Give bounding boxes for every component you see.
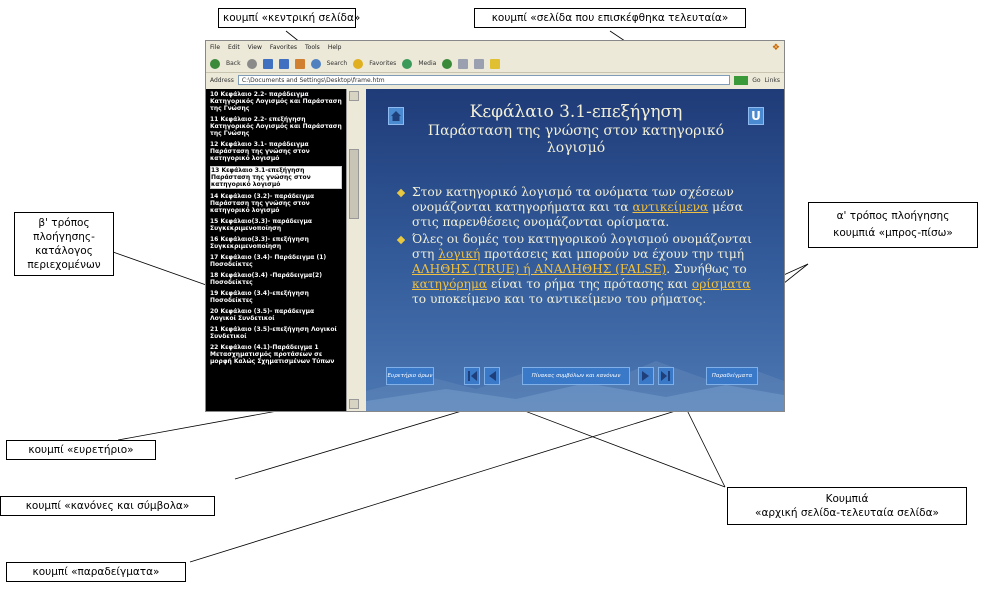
bullet-2: Όλες οι δομές του κατηγορικού λογισμού ο…	[398, 232, 768, 307]
last-visited-button[interactable]: U	[748, 107, 764, 125]
menu-view[interactable]: View	[248, 44, 262, 52]
favorites-star-icon[interactable]	[353, 58, 364, 69]
first-page-icon	[468, 371, 477, 381]
print-icon[interactable]	[474, 58, 485, 69]
bullet-text: είναι το ρήμα της πρότασης και	[487, 277, 692, 291]
slide-frame: U Κεφάλαιο 3.1-επεξήγηση Παράσταση της γ…	[366, 89, 784, 411]
favorites-button-label[interactable]: Favorites	[369, 60, 396, 67]
address-label: Address	[210, 76, 234, 84]
menu-tools[interactable]: Tools	[305, 44, 320, 52]
bullet-1: Στον κατηγορικό λογισμό τα ονόματα των σ…	[398, 185, 768, 230]
callout-toc-navigation: β' τρόπος πλοήγησης- κατάλογος περιεχομέ…	[14, 212, 114, 276]
toc-item[interactable]: 21 Κεφάλαιο (3.5)-επεξήγηση Λογικοί Συνδ…	[210, 326, 342, 340]
history-icon[interactable]	[442, 58, 453, 69]
toc-item[interactable]: 10 Κεφάλαιο 2.2- παράδειγμα Κατηγορικός …	[210, 91, 342, 112]
scroll-thumb[interactable]	[349, 149, 359, 219]
links-label[interactable]: Links	[765, 77, 780, 84]
return-icon: U	[751, 109, 761, 123]
toc-item[interactable]: 15 Κεφάλαιο(3.3)- παράδειγμα Συγκεκριμεν…	[210, 218, 342, 232]
toc-item[interactable]: 11 Κεφάλαιο 2.2- επεξήγηση Κατηγορικός Λ…	[210, 116, 342, 137]
browser-window: File Edit View Favorites Tools Help ❖ Ba…	[205, 40, 785, 412]
forward-button[interactable]	[638, 367, 654, 385]
home-icon	[391, 111, 401, 121]
callout-examples: κουμπί «παραδείγματα»	[6, 562, 186, 582]
scroll-down-icon[interactable]	[349, 399, 359, 409]
toc-item[interactable]: 16 Κεφάλαιο(3.3)- επεξήγηση Συγκεκριμενο…	[210, 236, 342, 250]
callout-first-last: Κουμπιά «αρχική σελίδα-τελευταία σελίδα»	[727, 487, 967, 525]
link-objects[interactable]: αντικείμενα	[633, 200, 709, 214]
slide-navbar: Ευρετήριο όρων Πίνακας συμβόλων και κανό…	[366, 367, 784, 393]
back-button[interactable]	[484, 367, 500, 385]
address-bar: Address C:\Documents and Settings\Deskto…	[206, 73, 784, 87]
callout-line: β' τρόπος	[38, 217, 90, 229]
first-page-button[interactable]	[464, 367, 480, 385]
home-button[interactable]	[388, 107, 404, 125]
go-button[interactable]	[734, 75, 749, 85]
slide-title-block: Κεφάλαιο 3.1-επεξήγηση Παράσταση της γνώ…	[426, 101, 726, 157]
callout-line: πλοήγησης-	[33, 231, 95, 243]
callout-line: κουμπιά «μπρος-πίσω»	[833, 227, 953, 239]
callout-line: Κουμπιά	[825, 493, 869, 505]
table-of-contents: 10 Κεφάλαιο 2.2- παράδειγμα Κατηγορικός …	[206, 89, 346, 411]
mail-icon[interactable]	[458, 58, 469, 69]
rules-symbols-button[interactable]: Πίνακας συμβόλων και κανόνων	[522, 367, 630, 385]
bullet-text: το υποκείμενο και το αντικείμενο του ρήμ…	[412, 292, 707, 306]
callout-last-visited: κουμπί «σελίδα που επισκέφθηκα τελευταία…	[474, 8, 746, 28]
back-arrow-icon[interactable]	[210, 58, 220, 69]
callout-line: κατάλογος	[35, 245, 93, 257]
toc-item[interactable]: 22 Κεφάλαιο (4.1)-Παράδειγμα 1 Μετασχημα…	[210, 344, 342, 365]
windows-logo-icon: ❖	[771, 43, 780, 53]
callout-rules: κουμπί «κανόνες και σύμβολα»	[0, 496, 215, 516]
callout-index: κουμπί «ευρετήριο»	[6, 440, 156, 460]
last-page-button[interactable]	[658, 367, 674, 385]
menu-favorites[interactable]: Favorites	[270, 44, 297, 52]
toc-item[interactable]: 12 Κεφάλαιο 3.1- παράδειγμα Παράσταση τη…	[210, 141, 342, 162]
callout-line: α' τρόπος πλοήγησης	[836, 210, 950, 222]
toc-scrollbar[interactable]	[346, 89, 360, 411]
bullet-text: προτάσεις και μπορούν να έχουν την τιμή	[480, 247, 745, 261]
back-button-label[interactable]: Back	[226, 60, 241, 67]
toc-item[interactable]: 19 Κεφάλαιο (3.4)-επεξήγηση Ποσοδείκτες	[210, 290, 342, 304]
slide-bullets: Στον κατηγορικό λογισμό τα ονόματα των σ…	[398, 185, 768, 309]
browser-toolbar: Back Search Favorites Media	[206, 55, 784, 73]
menu-bar: File Edit View Favorites Tools Help ❖	[206, 41, 784, 55]
toc-item[interactable]: 17 Κεφάλαιο (3.4)- Παράδειγμα (1) Ποσοδε…	[210, 254, 342, 268]
slide-subtitle: Παράσταση της γνώσης στον κατηγορικό λογ…	[427, 123, 725, 156]
address-input[interactable]: C:\Documents and Settings\Desktop\frame.…	[237, 75, 731, 85]
link-logic[interactable]: λογική	[438, 247, 480, 261]
menu-edit[interactable]: Edit	[228, 44, 240, 52]
slide-title: Κεφάλαιο 3.1-επεξήγηση	[469, 102, 683, 122]
back-arrow-icon	[489, 371, 496, 381]
forward-arrow-icon[interactable]	[246, 58, 257, 69]
forward-arrow-icon	[642, 371, 649, 381]
link-arguments[interactable]: ορίσματα	[692, 277, 751, 291]
last-page-icon	[661, 371, 670, 381]
bullet-text: . Συνήθως το	[666, 262, 747, 276]
link-predicate[interactable]: κατηγόρημα	[412, 277, 487, 291]
link-true-false[interactable]: ΑΛΗΘΗΣ (TRUE) ή ΑΝΑΛΗΘΗΣ (FALSE)	[412, 262, 666, 276]
stop-icon[interactable]	[262, 58, 273, 69]
home-icon[interactable]	[294, 58, 305, 69]
callout-home-button: κουμπί «κεντρική σελίδα»	[218, 8, 360, 28]
toc-item[interactable]: 13 Κεφάλαιο 3.1-επεξήγηση Παράσταση της …	[210, 166, 342, 189]
search-icon[interactable]	[310, 58, 321, 69]
menu-file[interactable]: File	[210, 44, 220, 52]
folder-icon[interactable]	[490, 58, 501, 69]
toc-item[interactable]: 18 Κεφάλαιο(3.4) -Παράδειγμα(2) Ποσοδείκ…	[210, 272, 342, 286]
media-button-label[interactable]: Media	[418, 60, 436, 67]
toc-item[interactable]: 20 Κεφάλαιο (3.5)- παράδειγμα Λογικοί Συ…	[210, 308, 342, 322]
callout-back-forward: α' τρόπος πλοήγησης κουμπιά «μπρος-πίσω»	[808, 202, 978, 248]
media-icon[interactable]	[402, 58, 413, 69]
menu-help[interactable]: Help	[328, 44, 342, 52]
index-button[interactable]: Ευρετήριο όρων	[386, 367, 434, 385]
go-label[interactable]: Go	[752, 77, 760, 84]
search-button-label[interactable]: Search	[327, 60, 348, 67]
scroll-up-icon[interactable]	[349, 91, 359, 101]
refresh-icon[interactable]	[278, 58, 289, 69]
callout-line: περιεχομένων	[27, 259, 101, 271]
toc-item[interactable]: 14 Κεφάλαιο (3.2)- παράδειγμα Παράσταση …	[210, 193, 342, 214]
examples-button[interactable]: Παραδείγματα	[706, 367, 758, 385]
callout-line: «αρχική σελίδα-τελευταία σελίδα»	[755, 507, 939, 519]
